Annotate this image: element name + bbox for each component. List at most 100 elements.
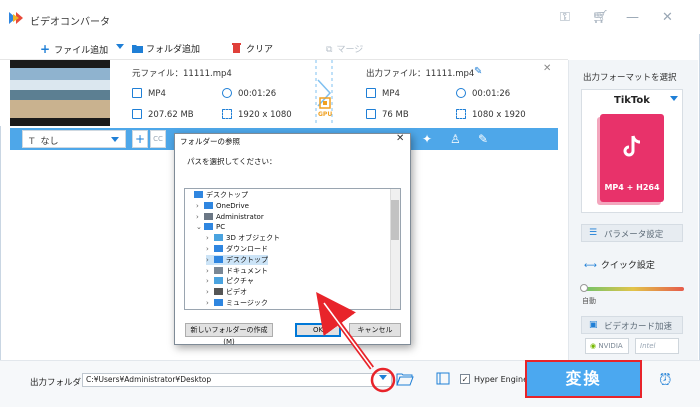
tree-expander-icon[interactable]: ›: [206, 244, 214, 254]
tree-item[interactable]: › ビデオ: [206, 287, 247, 297]
resolution-icon: [222, 109, 232, 119]
source-size-value: 207.62 MB: [148, 110, 194, 120]
gpu-acceleration-button[interactable]: ▣ ビデオカード加速: [581, 316, 683, 334]
output-folder-field[interactable]: C:¥Users¥Administrator¥Desktop: [82, 373, 392, 387]
clock-icon: [456, 88, 466, 98]
convert-label: 変換: [565, 369, 602, 388]
add-file-dropdown[interactable]: [116, 42, 124, 52]
cc-button[interactable]: CC: [150, 130, 166, 148]
output-format: MP4: [366, 88, 400, 99]
desktop-icon: [194, 191, 203, 198]
parameter-settings-button[interactable]: ☰ パラメータ設定: [581, 224, 683, 242]
filesize-icon: [366, 109, 376, 119]
tree-item[interactable]: › Administrator: [196, 212, 264, 222]
tree-expander-icon[interactable]: ›: [206, 233, 214, 243]
cube-icon: [214, 234, 223, 242]
gpu-icon: [319, 97, 331, 109]
output-file-label: 出力ファイル：11111.mp4: [366, 69, 475, 79]
video-thumbnail[interactable]: [10, 60, 110, 126]
format-icon: [132, 88, 142, 98]
source-file-label: 元ファイル：11111.mp4: [132, 69, 232, 79]
tree-scrollbar-thumb[interactable]: [391, 200, 399, 240]
subtitle-select[interactable]: T なし: [22, 130, 126, 148]
source-format-value: MP4: [148, 89, 166, 99]
output-size: 76 MB: [366, 109, 409, 120]
tree-item[interactable]: › ピクチャ: [206, 276, 254, 286]
trash-icon: [232, 43, 241, 53]
tree-item[interactable]: › ミュージック: [206, 298, 268, 308]
tree-item-label: デスクトップ: [226, 255, 268, 264]
plus-icon: +: [40, 42, 51, 56]
tree-expander-icon[interactable]: ›: [206, 266, 214, 276]
remove-file-icon[interactable]: ✕: [543, 63, 551, 74]
output-duration-value: 00:01:26: [472, 89, 511, 99]
tree-expander-icon[interactable]: ›: [206, 287, 214, 297]
clear-button[interactable]: クリア: [232, 42, 273, 55]
tree-item[interactable]: ⌄ PC: [196, 222, 225, 232]
tree-expander-icon[interactable]: ⌄: [196, 222, 204, 232]
tree-expander-icon[interactable]: ›: [196, 212, 204, 222]
tree-expander-icon[interactable]: ›: [206, 255, 214, 265]
cloud-icon: [204, 201, 213, 209]
add-file-button[interactable]: + ファイル追加: [40, 42, 108, 56]
quick-settings-icon: ⟷: [584, 261, 597, 271]
cancel-button[interactable]: キャンセル: [349, 323, 401, 337]
nvidia-badge: ◉ NVIDIA: [585, 338, 629, 354]
add-subtitle-button[interactable]: +: [132, 130, 148, 148]
merge-button[interactable]: ⧉ マージ: [326, 42, 363, 55]
chevron-down-icon: [116, 44, 124, 49]
output-folder-path: C:¥Users¥Administrator¥Desktop: [86, 375, 212, 384]
dialog-close-icon[interactable]: ✕: [396, 133, 404, 144]
parameter-settings-label: パラメータ設定: [604, 230, 664, 240]
effects-icon[interactable]: ✦: [422, 131, 432, 147]
convert-button[interactable]: 変換: [527, 362, 640, 396]
hyper-engine-label: Hyper Engine: [474, 375, 528, 384]
output-format-value: MP4: [382, 89, 400, 99]
tree-expander-icon[interactable]: ›: [206, 298, 214, 308]
add-folder-button[interactable]: フォルダ追加: [132, 42, 200, 55]
tree-item-label: Administrator: [216, 212, 264, 221]
chip-icon: ▣: [589, 320, 598, 330]
intel-label: Intel: [640, 342, 656, 350]
tree-expander-icon[interactable]: ›: [206, 276, 214, 286]
add-file-label: ファイル追加: [54, 46, 109, 56]
add-output-icon[interactable]: [436, 372, 452, 386]
doc-icon: [214, 266, 223, 274]
quality-slider-knob[interactable]: [580, 284, 588, 292]
hyper-engine-checkmark: ✓: [461, 375, 469, 384]
tree-item[interactable]: › 3D オブジェクト: [206, 233, 280, 243]
tree-item[interactable]: › ダウンロード: [206, 244, 268, 254]
alarm-clock-icon[interactable]: ⏰︎: [659, 370, 671, 390]
resolution-icon: [456, 109, 466, 119]
tree-expander-icon[interactable]: ›: [196, 201, 204, 211]
edit-output-name-icon[interactable]: ✎: [474, 66, 482, 77]
minimize-icon[interactable]: —: [626, 11, 639, 25]
hyper-engine-checkbox[interactable]: ✓: [460, 374, 470, 384]
watermark-icon[interactable]: ♙: [450, 131, 461, 147]
tree-item[interactable]: › ドキュメント: [206, 266, 268, 276]
key-icon[interactable]: ⚿: [560, 11, 570, 25]
output-folder-dropdown[interactable]: [379, 375, 387, 380]
cart-icon[interactable]: 🛒︎: [592, 11, 609, 25]
edit-icon[interactable]: ✎: [478, 131, 488, 147]
tree-item-label: ピクチャ: [226, 277, 254, 286]
tree-item[interactable]: › OneDrive: [196, 201, 249, 211]
tree-item[interactable]: › デスクトップ: [206, 254, 268, 265]
tree-item[interactable]: デスクトップ: [186, 190, 248, 200]
merge-icon: ⧉: [326, 45, 333, 55]
tree-item-label: ダウンロード: [226, 245, 268, 253]
ok-button[interactable]: OK: [295, 323, 341, 337]
new-folder-button[interactable]: 新しいフォルダーの作成(M): [185, 323, 273, 346]
chevron-down-icon[interactable]: [670, 96, 678, 101]
text-icon: T: [29, 137, 35, 147]
dialog-title: フォルダーの参照: [180, 137, 240, 146]
video-icon: [214, 288, 223, 296]
desktop-icon: [214, 255, 223, 263]
close-icon[interactable]: ✕: [662, 11, 673, 25]
subtitle-value: なし: [40, 137, 59, 147]
output-duration: 00:01:26: [456, 88, 510, 99]
quality-slider-track[interactable]: [582, 287, 684, 291]
pc-icon: [204, 223, 213, 231]
open-folder-icon[interactable]: [396, 372, 414, 386]
output-resolution-value: 1080 x 1920: [472, 110, 526, 120]
